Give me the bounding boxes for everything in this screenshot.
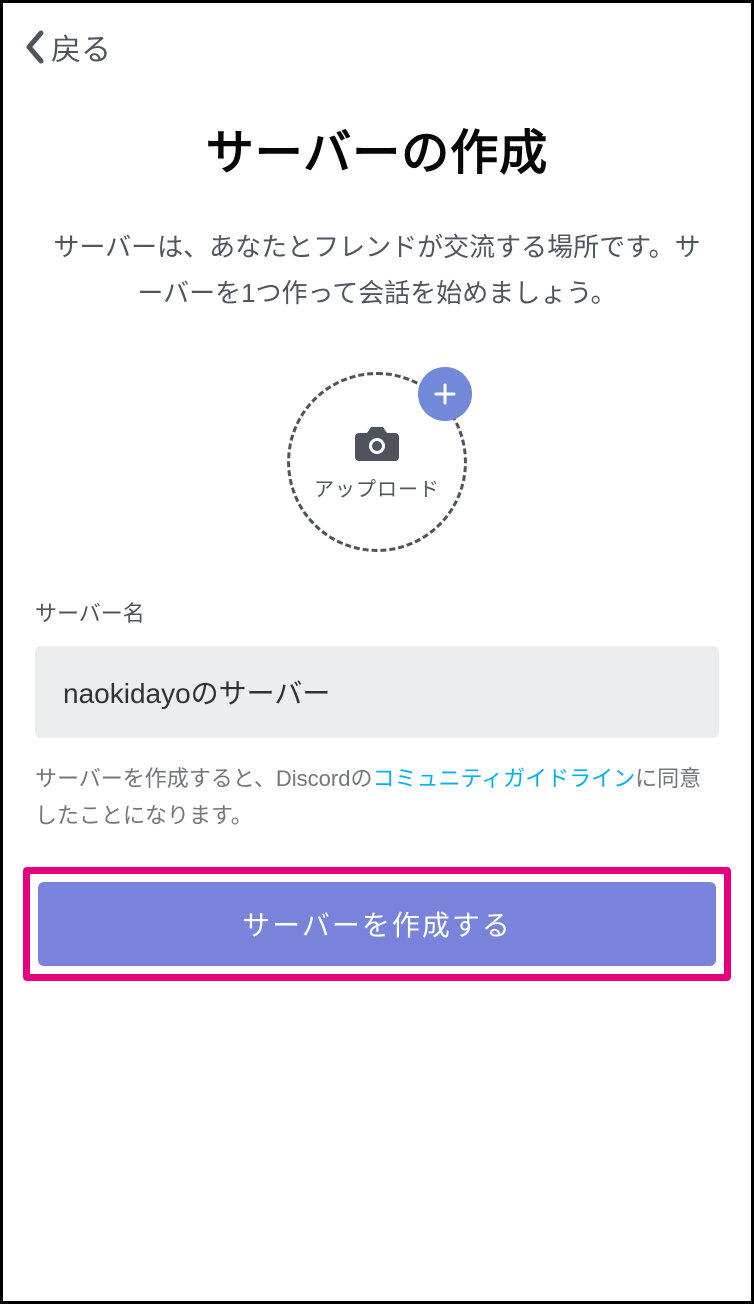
community-guidelines-link[interactable]: コミュニティガイドライン [372, 766, 635, 791]
page-title: サーバーの作成 [3, 113, 751, 183]
disclaimer-prefix: サーバーを作成すると、Discordの [35, 766, 372, 791]
page-subtitle: サーバーは、あなたとフレンドが交流する場所です。サーバーを1つ作って会話を始めま… [43, 225, 711, 316]
upload-image-button[interactable]: アップロード [287, 372, 467, 552]
plus-icon [418, 367, 472, 421]
create-server-button[interactable]: サーバーを作成する [38, 882, 716, 966]
create-button-highlight: サーバーを作成する [23, 867, 731, 981]
back-button[interactable]: 戻る [3, 3, 751, 69]
server-name-label: サーバー名 [35, 596, 719, 628]
back-label: 戻る [51, 25, 111, 69]
upload-label: アップロード [314, 473, 440, 502]
chevron-left-icon [23, 29, 45, 65]
server-name-input[interactable] [35, 646, 719, 738]
camera-icon [353, 423, 401, 463]
guidelines-disclaimer: サーバーを作成すると、Discordのコミュニティガイドラインに同意したことにな… [35, 760, 719, 835]
